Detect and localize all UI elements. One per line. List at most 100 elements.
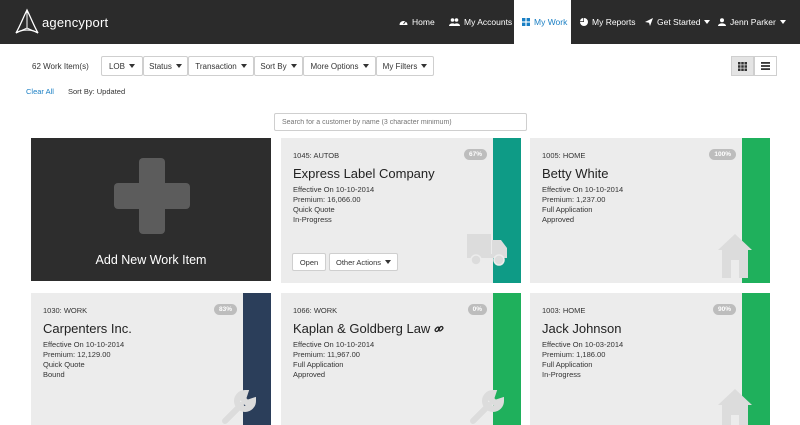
logo-mark-icon (15, 8, 39, 34)
nav-my-work-label: My Work (534, 17, 568, 27)
link-icon[interactable] (434, 324, 444, 334)
pie-chart-icon (580, 18, 588, 26)
more-options-button[interactable]: More Options (303, 56, 376, 76)
truck-icon (467, 234, 507, 266)
grid-view-button[interactable] (731, 56, 754, 76)
customer-name[interactable]: Express Label Company (293, 166, 435, 181)
premium: Premium: 11,967.00 (293, 350, 360, 359)
work-item-header: 1003: HOME (542, 306, 586, 315)
nav-home[interactable]: Home (399, 0, 435, 44)
work-item-header: 1045: AUTOB (293, 151, 340, 160)
nav-get-started[interactable]: Get Started (645, 0, 711, 44)
transaction-filter-label: Transaction (195, 61, 237, 71)
work-item-status: Approved (542, 215, 575, 224)
completion-badge: 0% (467, 304, 487, 315)
completion-badge: 90% (712, 304, 736, 315)
work-item-card[interactable]: 1045: AUTOB 67% Express Label Company Ef… (281, 138, 521, 283)
clear-all-link[interactable]: Clear All (26, 87, 54, 96)
work-item-card[interactable]: 1066: WORK 0% Kaplan & Goldberg Law Effe… (281, 293, 521, 425)
nav-user-menu[interactable]: Jenn Parker (718, 0, 786, 44)
work-item-status: Approved (293, 370, 326, 379)
customer-name[interactable]: Betty White (542, 166, 608, 181)
sort-by-button[interactable]: Sort By (254, 56, 303, 76)
work-item-card[interactable]: 1005: HOME 100% Betty White Effective On… (530, 138, 770, 283)
transaction-type: Quick Quote (43, 360, 85, 369)
add-new-work-item-label: Add New Work Item (95, 253, 207, 267)
chevron-down-icon (421, 64, 428, 68)
status-filter-label: Status (149, 61, 172, 71)
users-icon (449, 18, 460, 26)
grid-view-icon (738, 61, 747, 71)
work-item-card[interactable]: 1030: WORK 83% Carpenters Inc. Effective… (31, 293, 271, 425)
premium: Premium: 12,129.00 (43, 350, 111, 359)
work-item-card[interactable]: 1003: HOME 90% Jack Johnson Effective On… (530, 293, 770, 425)
customer-name-row: Kaplan & Goldberg Law (293, 321, 444, 336)
nav-my-accounts-label: My Accounts (464, 17, 513, 27)
effective-date: Effective On 10-10-2014 (293, 340, 375, 349)
my-filters-button[interactable]: My Filters (376, 56, 434, 76)
grid-icon (522, 18, 530, 26)
wrench-icon (222, 389, 257, 424)
dashboard-icon (399, 21, 408, 25)
lob-filter-button[interactable]: LOB (101, 56, 143, 76)
chevron-down-icon (779, 20, 786, 24)
customer-name[interactable]: Jack Johnson (542, 321, 622, 336)
work-item-header: 1005: HOME (542, 151, 586, 160)
house-icon (718, 234, 752, 278)
open-button[interactable]: Open (292, 253, 326, 271)
transaction-type: Full Application (293, 360, 344, 369)
premium: Premium: 16,066.00 (293, 195, 361, 204)
more-options-label: More Options (310, 61, 359, 71)
nav-my-accounts[interactable]: My Accounts (449, 0, 512, 44)
add-new-work-item-card[interactable]: Add New Work Item (31, 138, 271, 281)
customer-name[interactable]: Kaplan & Goldberg Law (293, 321, 430, 336)
logo-text: agencyport (42, 14, 109, 30)
nav-get-started-label: Get Started (657, 17, 701, 27)
other-actions-button[interactable]: Other Actions (329, 253, 398, 271)
status-filter-button[interactable]: Status (143, 56, 188, 76)
user-icon (718, 18, 726, 26)
chevron-down-icon (175, 64, 182, 68)
sort-by-status: Sort By: Updated (68, 87, 126, 96)
completion-badge: 67% (463, 149, 487, 160)
nav-user-label: Jenn Parker (730, 17, 776, 27)
plus-icon-bar (114, 183, 190, 209)
chevron-down-icon (385, 260, 392, 264)
customer-search-input[interactable] (274, 113, 527, 131)
sort-by-label: Sort By (260, 61, 287, 71)
work-item-status: In-Progress (542, 370, 581, 379)
work-item-status: In-Progress (293, 215, 332, 224)
effective-date: Effective On 10-10-2014 (542, 185, 624, 194)
work-item-count: 62 Work Item(s) (32, 62, 89, 71)
premium: Premium: 1,186.00 (542, 350, 606, 359)
open-button-label: Open (299, 257, 319, 267)
customer-name[interactable]: Carpenters Inc. (43, 321, 132, 336)
transaction-type: Full Application (542, 205, 593, 214)
chevron-down-icon (240, 64, 247, 68)
chevron-down-icon (290, 64, 297, 68)
nav-my-work[interactable]: My Work (514, 0, 571, 44)
effective-date: Effective On 10-10-2014 (43, 340, 125, 349)
nav-my-reports[interactable]: My Reports (580, 0, 635, 44)
work-item-header: 1030: WORK (43, 306, 88, 315)
nav-my-reports-label: My Reports (592, 17, 636, 27)
list-view-icon (761, 62, 770, 70)
transaction-filter-button[interactable]: Transaction (188, 56, 254, 76)
chevron-down-icon (362, 64, 369, 68)
my-filters-label: My Filters (382, 61, 418, 71)
work-item-header: 1066: WORK (293, 306, 338, 315)
house-icon (718, 389, 752, 425)
agencyport-logo[interactable]: agencyport (14, 6, 108, 38)
other-actions-label: Other Actions (335, 257, 382, 267)
wrench-icon (470, 389, 505, 424)
chevron-down-icon (129, 64, 135, 68)
transaction-type: Quick Quote (293, 205, 335, 214)
chevron-down-icon (704, 20, 711, 24)
completion-badge: 100% (709, 149, 736, 160)
work-item-status: Bound (43, 370, 65, 379)
effective-date: Effective On 10-03-2014 (542, 340, 624, 349)
completion-badge: 83% (213, 304, 237, 315)
list-view-button[interactable] (754, 56, 777, 76)
premium: Premium: 1,237.00 (542, 195, 606, 204)
transaction-type: Full Application (542, 360, 593, 369)
